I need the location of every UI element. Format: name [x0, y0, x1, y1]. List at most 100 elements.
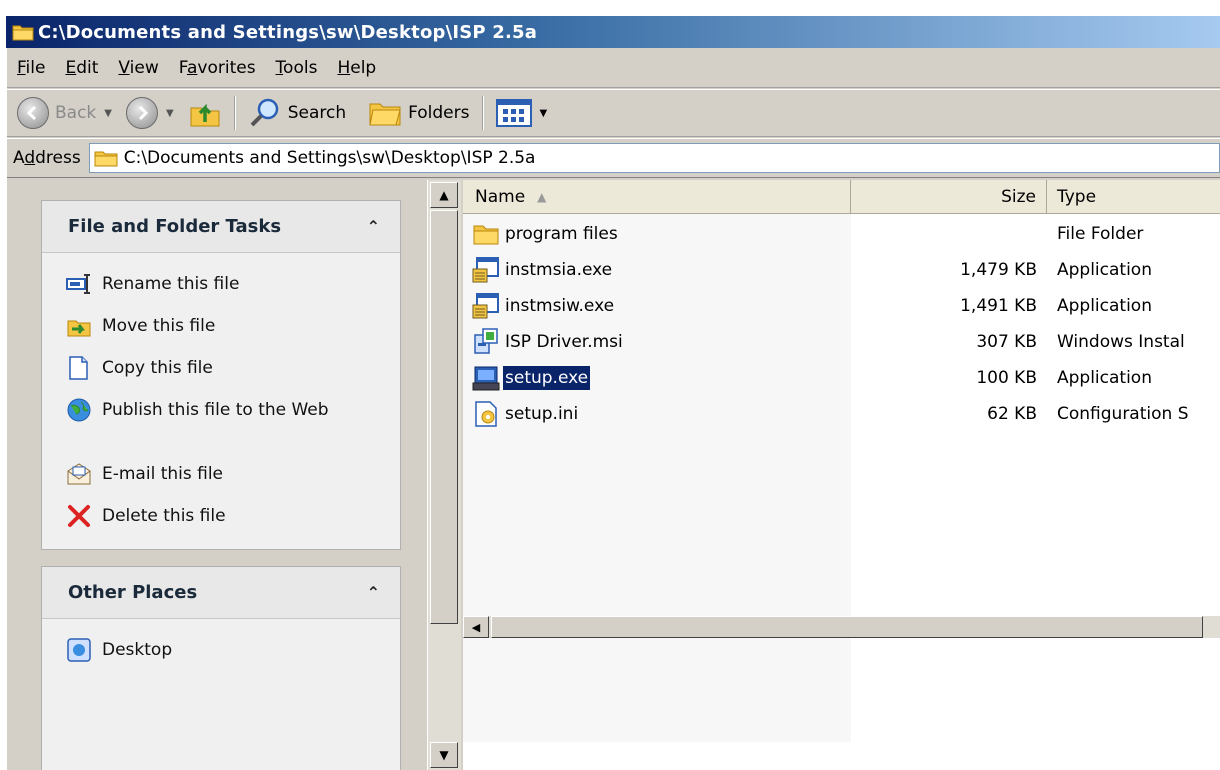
desktop-icon	[67, 638, 91, 662]
rename-icon	[66, 274, 90, 294]
file-type: Application	[1057, 368, 1152, 388]
scroll-up-icon[interactable]: ▲	[430, 182, 458, 208]
task-label: Copy this file	[102, 358, 213, 378]
other-places-panel: Other Places ⌃ Desktop	[41, 566, 401, 770]
up-folder-icon	[190, 103, 220, 127]
menu-help[interactable]: Help	[329, 58, 384, 78]
task-copy[interactable]: Copy this file	[66, 351, 400, 393]
search-button[interactable]: Search	[244, 94, 350, 132]
file-type: File Folder	[1057, 224, 1144, 244]
panel-title: Other Places	[68, 582, 198, 603]
views-dropdown-icon[interactable]: ▼	[540, 108, 548, 119]
menu-file[interactable]: File	[9, 58, 53, 78]
exe-icon	[472, 293, 499, 319]
scroll-thumb[interactable]	[430, 210, 458, 624]
other-places-header[interactable]: Other Places ⌃	[42, 567, 400, 619]
other-places-list: Desktop	[42, 619, 400, 770]
folders-button[interactable]: Folders	[364, 94, 473, 132]
column-header-size[interactable]: Size	[851, 180, 1047, 214]
toolbar-separator	[481, 96, 484, 130]
file-name: instmsiw.exe	[505, 296, 615, 316]
file-tasks-list: Rename this file Move this file Copy thi…	[42, 253, 400, 549]
menu-favorites[interactable]: Favorites	[171, 58, 264, 78]
publish-web-icon	[67, 398, 91, 422]
table-row[interactable]: instmsiw.exe 1,491 KB Application	[463, 288, 1220, 324]
forward-button[interactable]: ▼	[122, 94, 184, 132]
email-icon	[67, 463, 91, 485]
menu-bar: File Edit View Favorites Tools Help	[7, 48, 1220, 88]
file-type: Configuration S	[1057, 404, 1189, 424]
menu-view[interactable]: View	[110, 58, 166, 78]
file-name: ISP Driver.msi	[505, 332, 623, 352]
window-title: C:\Documents and Settings\sw\Desktop\ISP…	[38, 21, 538, 43]
task-email[interactable]: E-mail this file	[66, 457, 400, 499]
file-type: Application	[1057, 296, 1152, 316]
column-header-type[interactable]: Type	[1047, 180, 1220, 214]
back-dropdown-icon[interactable]: ▼	[104, 108, 112, 119]
file-folder-tasks-panel: File and Folder Tasks ⌃ Rename this file	[41, 200, 401, 550]
scroll-down-icon[interactable]: ▼	[430, 742, 458, 768]
folder-icon	[94, 151, 118, 167]
table-row[interactable]: program files File Folder	[463, 216, 1220, 252]
search-label: Search	[287, 103, 347, 123]
back-label: Back	[55, 103, 97, 123]
column-name-label: Name	[475, 186, 526, 207]
column-type-label: Type	[1057, 186, 1097, 207]
sort-ascending-icon: ▲	[537, 189, 547, 204]
setup-exe-icon	[472, 366, 500, 391]
task-delete[interactable]: Delete this file	[66, 499, 400, 541]
task-publish[interactable]: Publish this file to the Web	[66, 393, 400, 457]
file-size: 1,479 KB	[960, 260, 1037, 280]
file-type: Application	[1057, 260, 1152, 280]
folder-icon	[12, 25, 34, 41]
column-size-label: Size	[1001, 186, 1036, 207]
file-size: 307 KB	[976, 332, 1037, 352]
forward-arrow-icon	[125, 97, 158, 129]
panel-title: File and Folder Tasks	[68, 216, 282, 237]
exe-icon	[472, 257, 499, 283]
place-desktop[interactable]: Desktop	[66, 633, 400, 675]
delete-icon	[68, 505, 90, 527]
back-arrow-icon	[17, 97, 49, 129]
table-row[interactable]: instmsia.exe 1,479 KB Application	[463, 252, 1220, 288]
toolbar: Back ▼ ▼ Search Folders ▼	[7, 89, 1220, 137]
table-row[interactable]: ISP Driver.msi 307 KB Windows Instal	[463, 324, 1220, 360]
table-row[interactable]: setup.exe 100 KB Application	[463, 360, 1220, 396]
copy-icon	[69, 356, 88, 380]
up-folder-button[interactable]	[184, 94, 226, 132]
menu-edit[interactable]: Edit	[57, 58, 106, 78]
file-size: 1,491 KB	[960, 296, 1037, 316]
folders-label: Folders	[408, 103, 470, 123]
views-button[interactable]: ▼	[492, 94, 558, 132]
task-label: Rename this file	[102, 274, 240, 294]
column-header-name[interactable]: Name ▲	[463, 180, 851, 214]
scroll-left-icon[interactable]: ◀	[463, 616, 489, 638]
file-folder-tasks-header[interactable]: File and Folder Tasks ⌃	[42, 201, 400, 253]
msi-icon	[474, 328, 498, 354]
forward-dropdown-icon[interactable]: ▼	[166, 108, 174, 119]
move-icon	[67, 320, 91, 337]
task-move[interactable]: Move this file	[66, 309, 400, 351]
toolbar-separator	[233, 96, 236, 130]
collapse-icon[interactable]: ⌃	[367, 583, 380, 602]
collapse-icon[interactable]: ⌃	[367, 217, 380, 236]
file-name: instmsia.exe	[505, 260, 613, 280]
file-name: setup.exe	[503, 366, 591, 390]
address-bar: Address C:\Documents and Settings\sw\Des…	[7, 138, 1220, 178]
address-value: C:\Documents and Settings\sw\Desktop\ISP…	[123, 148, 536, 168]
menu-tools[interactable]: Tools	[268, 58, 326, 78]
table-row[interactable]: setup.ini 62 KB Configuration S	[463, 396, 1220, 432]
explorer-window: File Edit View Favorites Tools Help Back…	[6, 48, 1220, 770]
task-pane-scrollbar[interactable]: ▲ ▼	[427, 180, 461, 770]
task-label: Delete this file	[102, 506, 226, 526]
horizontal-scrollbar[interactable]: ◀	[463, 616, 1220, 638]
scroll-thumb[interactable]	[491, 616, 1203, 638]
file-size: 62 KB	[987, 404, 1037, 424]
title-bar[interactable]: C:\Documents and Settings\sw\Desktop\ISP…	[6, 16, 1220, 48]
task-label: Move this file	[102, 316, 216, 336]
task-label: Publish this file to the Web	[102, 400, 329, 420]
address-input[interactable]: C:\Documents and Settings\sw\Desktop\ISP…	[88, 143, 1220, 173]
task-rename[interactable]: Rename this file	[66, 267, 400, 309]
back-button[interactable]: Back ▼	[13, 94, 122, 132]
file-size	[851, 218, 1037, 250]
